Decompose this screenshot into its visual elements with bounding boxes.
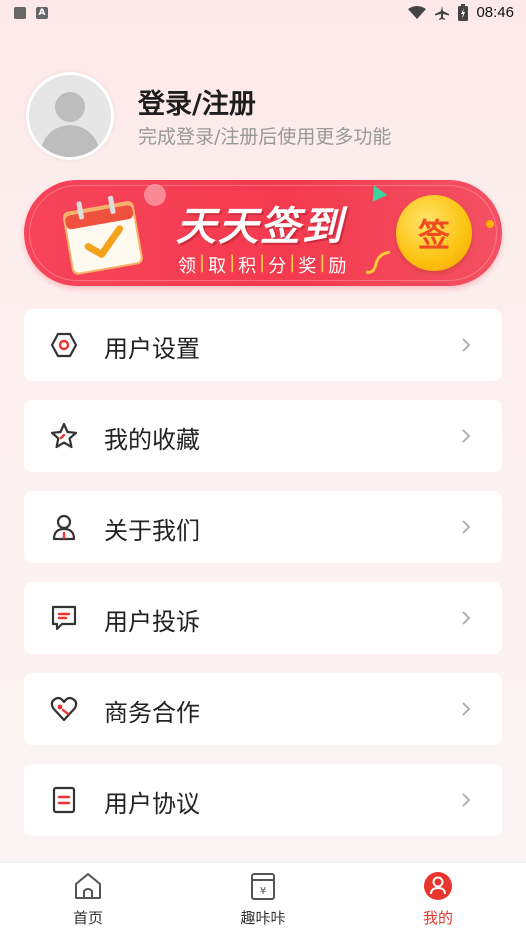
- daily-checkin-banner[interactable]: 天天签到 领 | 取 | 积 | 分 | 奖 | 励 签: [24, 180, 502, 286]
- sign-in-button[interactable]: 签: [396, 195, 472, 271]
- menu-item-favorites[interactable]: 我的收藏: [24, 400, 502, 472]
- settings-hexagon-icon: [50, 332, 78, 358]
- chevron-right-icon: [462, 520, 471, 534]
- menu-item-about-us[interactable]: 关于我们: [24, 491, 502, 563]
- status-time: 08:46: [476, 4, 514, 21]
- font-a-icon: A: [36, 7, 48, 19]
- wifi-icon: [408, 5, 427, 19]
- banner-deco-dot: [486, 220, 494, 228]
- banner-deco-ribbon: [365, 250, 391, 274]
- message-icon: [51, 605, 77, 631]
- menu-item-user-agreement[interactable]: 用户协议: [24, 764, 502, 836]
- calendar-check-icon: [62, 195, 143, 275]
- banner-sub-char: 积: [238, 256, 257, 277]
- login-subtitle: 完成登录/注册后使用更多功能: [138, 126, 392, 148]
- document-icon: [52, 786, 76, 814]
- banner-sub-char: 取: [208, 256, 227, 277]
- home-icon: [75, 873, 101, 899]
- bottom-tab-bar: 首页 ¥ 趣咔咔 我的: [0, 862, 526, 937]
- menu-item-label: 用户协议: [104, 790, 200, 818]
- menu-item-label: 我的收藏: [104, 426, 200, 454]
- banner-sub-char: 奖: [298, 256, 317, 277]
- menu-item-label: 关于我们: [104, 517, 200, 545]
- banner-sub-sep: |: [319, 252, 326, 273]
- svg-text:¥: ¥: [260, 886, 266, 897]
- menu-item-label: 商务合作: [104, 699, 200, 727]
- tab-label: 趣咔咔: [240, 909, 286, 927]
- tab-mine[interactable]: 我的: [378, 871, 498, 928]
- tab-label: 我的: [422, 909, 453, 927]
- person-icon: [52, 514, 76, 541]
- status-bar: A 08:46: [0, 0, 526, 30]
- banner-sub-sep: |: [199, 252, 206, 273]
- wallet-icon: ¥: [251, 873, 275, 900]
- airplane-icon: [435, 5, 450, 20]
- chevron-right-icon: [462, 429, 471, 443]
- banner-sub-char: 励: [328, 256, 347, 277]
- banner-sub-char: 领: [178, 256, 196, 277]
- menu-item-label: 用户投诉: [104, 608, 200, 636]
- login-register-title[interactable]: 登录/注册: [138, 82, 256, 121]
- menu-item-label: 用户设置: [104, 335, 200, 363]
- star-icon: [50, 422, 78, 449]
- avatar-placeholder-icon: [39, 92, 101, 157]
- tab-label: 首页: [72, 909, 103, 927]
- mail-icon: [14, 7, 26, 19]
- banner-sub-char: 分: [268, 256, 287, 277]
- banner-sub-sep: |: [229, 252, 236, 273]
- chevron-right-icon: [462, 338, 471, 352]
- menu-item-user-settings[interactable]: 用户设置: [24, 309, 502, 381]
- menu-item-complaint[interactable]: 用户投诉: [24, 582, 502, 654]
- battery-icon: [458, 4, 469, 21]
- menu-item-business[interactable]: 商务合作: [24, 673, 502, 745]
- tab-fun[interactable]: ¥ 趣咔咔: [203, 871, 323, 928]
- chevron-right-icon: [462, 611, 471, 625]
- banner-sub-sep: |: [259, 252, 266, 273]
- banner-subtitle: 领 | 取 | 积 | 分 | 奖 | 励: [178, 252, 346, 278]
- heart-handshake-icon: [50, 696, 78, 722]
- avatar[interactable]: [26, 72, 114, 160]
- banner-sub-sep: |: [289, 252, 296, 273]
- profile-icon: [424, 872, 452, 900]
- tab-home[interactable]: 首页: [28, 871, 148, 928]
- banner-title: 天天签到: [176, 203, 344, 250]
- chevron-right-icon: [462, 702, 471, 716]
- chevron-right-icon: [462, 793, 471, 807]
